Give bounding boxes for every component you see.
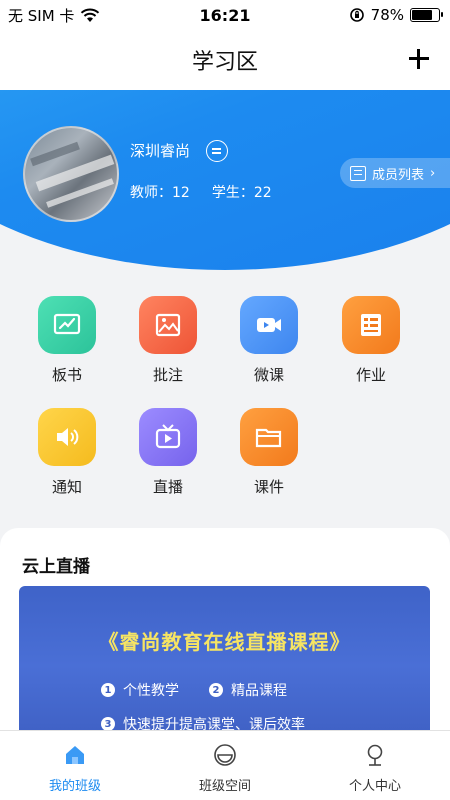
tv-icon (155, 424, 181, 449)
home-icon (66, 746, 84, 764)
status-bar: 无 SIM 卡 16:21 78% (0, 0, 450, 30)
feature-microcourse[interactable]: 微课 (229, 296, 309, 385)
feature-tile (38, 408, 96, 466)
point-number: 1 (101, 683, 115, 697)
smile-icon (214, 744, 236, 766)
member-list-label: 成员列表 (372, 167, 425, 183)
page-title: 学习区 (191, 50, 258, 75)
banner-point: 2 精品课程 (209, 680, 287, 700)
feature-label: 通知 (51, 478, 82, 496)
feature-tile (139, 408, 197, 466)
feature-label: 板书 (51, 366, 82, 384)
point-number: 2 (209, 683, 223, 697)
speaker-icon (57, 428, 79, 446)
tab-label: 班级空间 (198, 779, 251, 794)
battery-percent: 78% (370, 6, 404, 24)
class-name: 深圳睿尚 (130, 142, 191, 160)
feature-courseware[interactable]: 课件 (229, 408, 309, 497)
point-text: 精品课程 (231, 683, 287, 699)
teacher-count: 教师：12 (130, 185, 190, 201)
tab-label: 个人中心 (348, 779, 401, 794)
feature-label: 作业 (355, 366, 386, 384)
live-section-title: 云上直播 (22, 557, 90, 577)
feature-tile (240, 408, 298, 466)
nav-bar: 学习区 (0, 30, 450, 90)
blackboard-icon (53, 313, 81, 335)
feature-blackboard[interactable]: 板书 (27, 296, 107, 385)
feature-tile (38, 296, 96, 354)
video-icon (257, 318, 281, 332)
feature-grid: 板书 批注 微课 作业 通知 直播 课件 (0, 270, 450, 520)
feature-tile (139, 296, 197, 354)
homework-icon (361, 314, 381, 336)
tab-bar: 我的班级 班级空间 个人中心 (0, 730, 450, 800)
chevron-right-icon: › (430, 165, 436, 181)
feature-tile (342, 296, 400, 354)
tab-label: 我的班级 (48, 779, 101, 794)
class-counts: 教师：12 学生：22 (130, 182, 272, 202)
feature-annotate[interactable]: 批注 (128, 296, 208, 385)
class-avatar[interactable] (23, 126, 119, 222)
orientation-lock-icon (349, 8, 364, 22)
person-icon (367, 744, 383, 766)
banner-point: 1 个性教学 (101, 680, 179, 700)
feature-notice[interactable]: 通知 (27, 408, 107, 497)
point-number: 3 (101, 717, 115, 731)
battery-level (412, 10, 432, 20)
folder-icon (255, 428, 282, 448)
banner-title: 《睿尚教育在线直播课程》 (98, 630, 351, 654)
switch-class-icon[interactable] (206, 140, 228, 162)
annotate-image-icon (155, 313, 181, 337)
live-banner[interactable]: 《睿尚教育在线直播课程》 1 个性教学 2 精品课程 3 快速提升提高课堂、课后… (19, 586, 430, 738)
feature-live[interactable]: 直播 (128, 408, 208, 497)
tab-class-space[interactable]: 班级空间 (150, 731, 300, 800)
member-list-icon (350, 165, 366, 181)
feature-label: 直播 (152, 478, 183, 496)
feature-label: 课件 (253, 478, 284, 496)
student-count: 学生：22 (211, 185, 272, 201)
point-text: 个性教学 (123, 683, 179, 699)
class-header: 深圳睿尚 教师：12 学生：22 成员列表 › (0, 90, 450, 270)
member-list-button[interactable]: 成员列表 › (340, 158, 450, 188)
plus-icon[interactable] (404, 44, 434, 74)
feature-homework[interactable]: 作业 (331, 296, 411, 385)
feature-label: 批注 (152, 366, 183, 384)
tab-profile[interactable]: 个人中心 (300, 731, 450, 800)
battery-icon (410, 8, 443, 22)
live-section: 云上直播 《睿尚教育在线直播课程》 1 个性教学 2 精品课程 3 快速提升提高… (0, 528, 450, 738)
tab-my-class[interactable]: 我的班级 (0, 731, 150, 800)
feature-label: 微课 (253, 366, 284, 384)
feature-tile (240, 296, 298, 354)
